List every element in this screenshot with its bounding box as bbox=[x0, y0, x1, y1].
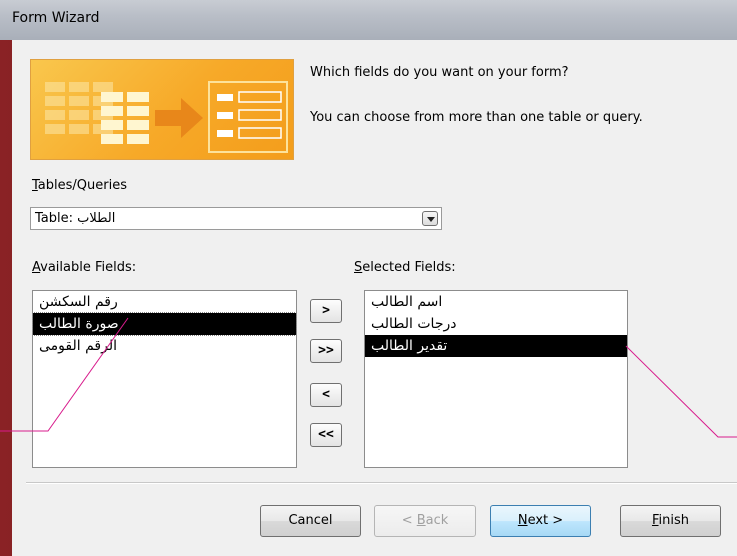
cancel-button[interactable]: Cancel bbox=[260, 505, 361, 537]
list-item[interactable]: صورة الطالب bbox=[32, 312, 297, 336]
available-fields-list[interactable]: رقم السكشن صورة الطالب الرقم القومى bbox=[32, 290, 297, 468]
selected-fields-list[interactable]: اسم الطالب درجات الطالب تقدير الطالب bbox=[364, 290, 628, 468]
list-item[interactable]: اسم الطالب bbox=[365, 291, 627, 313]
list-item[interactable]: رقم السكشن bbox=[33, 291, 296, 313]
remove-all-fields-button[interactable]: << bbox=[310, 423, 342, 447]
prompt-line-2: You can choose from more than one table … bbox=[310, 110, 643, 125]
selected-fields-label: Selected Fields: bbox=[354, 260, 456, 275]
wizard-client-area: Which fields do you want on your form? Y… bbox=[12, 40, 737, 556]
tables-queries-combo[interactable]: Table: الطلاب bbox=[30, 207, 442, 230]
available-fields-label: Available Fields: bbox=[32, 260, 137, 275]
list-item[interactable]: تقدير الطالب bbox=[365, 335, 627, 357]
tables-queries-label: Tables/Queries bbox=[32, 178, 127, 193]
add-all-fields-button[interactable]: >> bbox=[310, 339, 342, 363]
tables-queries-value: Table: الطلاب bbox=[35, 211, 116, 226]
footer-separator bbox=[26, 482, 737, 484]
finish-button[interactable]: Finish bbox=[620, 505, 721, 537]
list-item[interactable]: درجات الطالب bbox=[365, 313, 627, 335]
wizard-graphic bbox=[30, 59, 294, 160]
remove-field-button[interactable]: < bbox=[310, 383, 342, 407]
add-field-button[interactable]: > bbox=[310, 299, 342, 323]
table-to-form-graphic bbox=[45, 81, 288, 153]
prompt-line-1: Which fields do you want on your form? bbox=[310, 65, 569, 80]
list-item[interactable]: الرقم القومى bbox=[33, 335, 296, 357]
window-title: Form Wizard bbox=[12, 10, 100, 26]
back-button[interactable]: < Back bbox=[374, 505, 476, 537]
title-bar[interactable]: Form Wizard bbox=[0, 0, 737, 40]
next-button[interactable]: Next > bbox=[490, 505, 591, 537]
chevron-down-icon[interactable] bbox=[422, 211, 438, 226]
